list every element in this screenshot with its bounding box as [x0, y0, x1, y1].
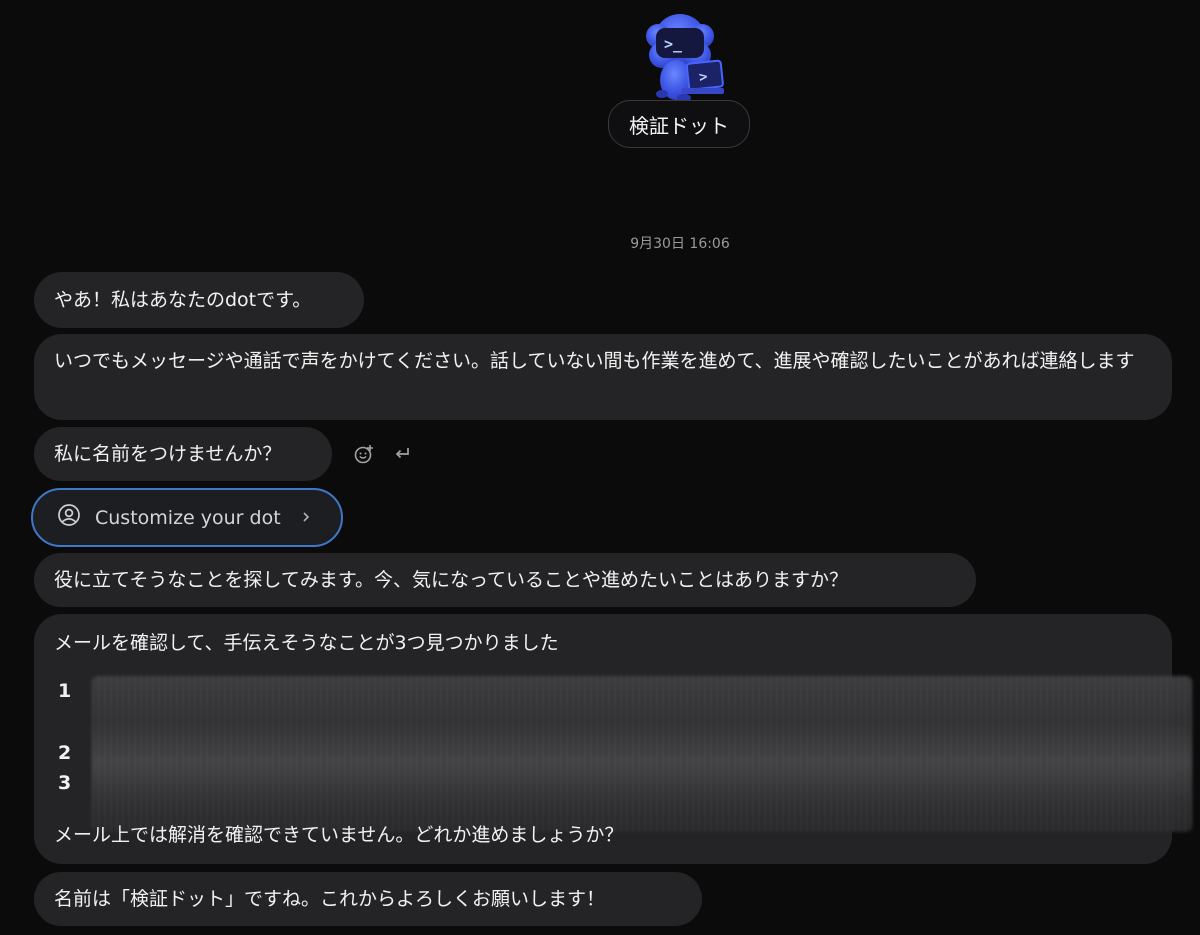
message-text: やあ！私はあなたのdotです。 [54, 288, 312, 311]
findings-numbers: 1 2 3 [58, 660, 88, 820]
message-bubble: メールを確認して、手伝えそうなことが3つ見つかりました 1 2 3 メール上では… [34, 614, 1192, 864]
bot-name-pill[interactable]: 検証ドット [608, 100, 750, 148]
message-text: 役に立てそうなことを探してみます。今、気になっていることや進めたいことはあります… [54, 568, 849, 591]
customize-dot-button[interactable]: Customize your dot [31, 488, 343, 547]
user-circle-icon [57, 503, 81, 532]
list-item-number: 1 [58, 680, 72, 702]
redacted-content [92, 676, 1192, 832]
message-text: 私に名前をつけませんか？ [54, 442, 282, 465]
svg-text:>: > [698, 69, 708, 86]
message-bubble: 名前は「検証ドット」ですね。これからよろしくお願いします！ [34, 872, 702, 926]
message-text: いつでもメッセージや通話で声をかけてください。話していない間も作業を進めて、進展… [54, 350, 1135, 372]
svg-text:>_: >_ [664, 35, 683, 53]
email-findings-list: 1 2 3 [54, 660, 1192, 832]
message-bubble: 私に名前をつけませんか？ [34, 427, 332, 481]
message-timestamp: 9月30日 16:06 [630, 236, 730, 252]
list-item-number: 2 [58, 742, 72, 764]
message-bubble: 役に立てそうなことを探してみます。今、気になっていることや進めたいことはあります… [34, 553, 976, 607]
message-text: 名前は「検証ドット」ですね。これからよろしくお願いします！ [54, 887, 606, 910]
chat-header: >_ > 検証ドット [0, 0, 1200, 160]
message-intro: メールを確認して、手伝えそうなことが3つ見つかりました [54, 632, 559, 654]
add-reaction-icon[interactable] [352, 442, 376, 466]
robot-terminal-icon[interactable]: >_ > [632, 10, 728, 106]
bot-name-label: 検証ドット [629, 113, 729, 138]
chevron-right-icon [299, 507, 319, 529]
message-bubble: いつでもメッセージや通話で声をかけてください。話していない間も作業を進めて、進展… [34, 334, 1172, 420]
list-item-number: 3 [58, 772, 72, 794]
message-outro: メール上では解消を確認できていません。どれか進めましょうか？ [54, 824, 624, 846]
reply-arrow-icon[interactable] [390, 442, 414, 466]
customize-dot-label: Customize your dot [95, 506, 281, 529]
message-bubble: やあ！私はあなたのdotです。 [34, 272, 364, 328]
message-actions [352, 440, 414, 468]
